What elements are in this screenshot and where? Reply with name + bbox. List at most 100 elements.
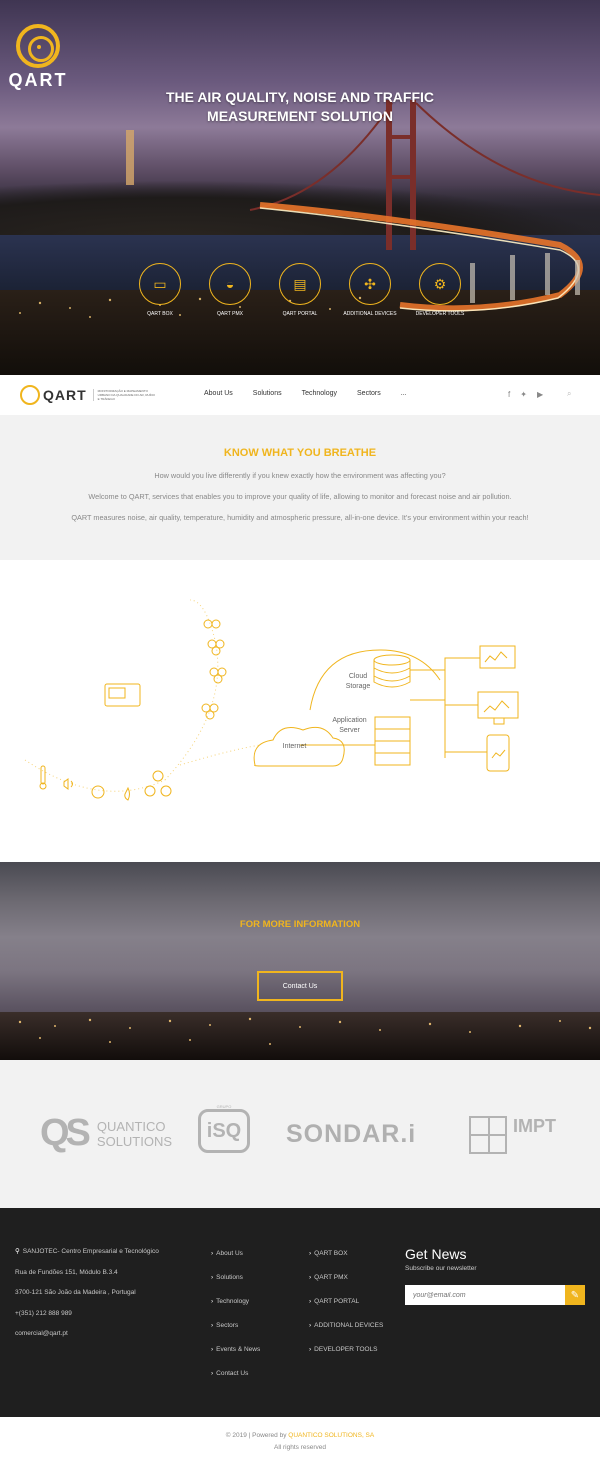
- footer-link-qart-box[interactable]: › QART BOX: [309, 1242, 383, 1266]
- application-server-label: Application Server: [322, 716, 377, 736]
- footer-link-label: Technology: [216, 1298, 250, 1305]
- main-navbar: QART MONITORIZAÇÃO E MAPEAMENTO URBANO D…: [0, 375, 600, 415]
- footer-email[interactable]: comercial@qart.pt: [15, 1324, 159, 1345]
- nav-link-sectors[interactable]: Sectors: [357, 390, 381, 397]
- chevron-right-icon: ›: [309, 1322, 312, 1329]
- partner-quantico[interactable]: QS QUANTICO SOLUTIONS: [40, 1112, 172, 1155]
- intro-paragraph-2: Welcome to QART, services that enables y…: [88, 492, 512, 501]
- hero-title-line1: THE AIR QUALITY, NOISE AND TRAFFIC: [165, 89, 435, 105]
- partners-section: QS QUANTICO SOLUTIONS GRUPO iSQ SONDAR.i…: [0, 1060, 600, 1208]
- footer-phone[interactable]: +(351) 212 888 989: [15, 1304, 159, 1325]
- nav-link-more[interactable]: ...: [401, 390, 407, 397]
- copyright-bar: © 2019 | Powered by QUANTICO SOLUTIONS, …: [0, 1417, 600, 1466]
- footer-link-qart-portal[interactable]: › QART PORTAL: [309, 1290, 383, 1314]
- footer-link-label: DEVELOPER TOOLS: [314, 1346, 378, 1353]
- chevron-right-icon: ›: [211, 1370, 214, 1377]
- footer-link-label: Events & News: [216, 1346, 261, 1353]
- nav-link-about-us[interactable]: About Us: [204, 390, 233, 397]
- hero-logo[interactable]: QART: [8, 24, 68, 91]
- sensor-disc-icon: ◒: [209, 263, 251, 305]
- chevron-right-icon: ›: [309, 1346, 312, 1353]
- hero-product-label: DEVELOPER TOOLS: [415, 311, 465, 317]
- footer-address: ⚲ SANJOTEC- Centro Empresarial e Tecnológ…: [15, 1242, 159, 1345]
- hero-product-label: QART PMX: [217, 311, 243, 317]
- hero-title-line2: MEASUREMENT SOLUTION: [207, 108, 393, 124]
- hero-banner: QART THE AIR QUALITY, NOISE AND TRAFFIC …: [0, 0, 600, 375]
- footer-link-technology[interactable]: › Technology: [211, 1290, 260, 1314]
- partner-sondar[interactable]: SONDAR.i: [286, 1120, 416, 1149]
- newsletter-email-input[interactable]: [405, 1285, 565, 1305]
- copyright-prefix: © 2019 | Powered by: [225, 1432, 289, 1439]
- footer-link-label: Contact Us: [216, 1370, 249, 1377]
- hero-product-list: ▭ QART BOX ◒ QART PMX ▤ QART PORTAL ✣ AD…: [130, 263, 470, 317]
- newsletter-submit-button[interactable]: ✎: [565, 1285, 585, 1305]
- partner-impt[interactable]: IMPT: [469, 1116, 556, 1154]
- contact-us-button[interactable]: Contact Us: [257, 971, 343, 1001]
- nav-logo[interactable]: QART MONITORIZAÇÃO E MAPEAMENTO URBANO D…: [20, 385, 158, 405]
- chevron-right-icon: ›: [211, 1322, 214, 1329]
- twitter-icon[interactable]: ✦: [520, 390, 527, 399]
- footer-links-site: › About Us › Solutions › Technology › Sector…: [211, 1242, 260, 1386]
- location-pin-icon: ⚲: [15, 1248, 20, 1255]
- cloud-storage-line2: Storage: [345, 683, 371, 690]
- youtube-icon[interactable]: ▶: [537, 390, 543, 399]
- footer-link-events-news[interactable]: › Events & News: [211, 1338, 260, 1362]
- footer-link-label: About Us: [216, 1250, 243, 1257]
- intro-paragraph-1: How would you live differently if you kn…: [154, 471, 446, 480]
- newsletter-title: Get News: [405, 1246, 467, 1262]
- impt-logo-text: IMPT: [513, 1116, 556, 1136]
- isq-logo: iSQ: [198, 1109, 250, 1153]
- hero-logo-text: QART: [8, 70, 68, 90]
- chevron-right-icon: ›: [309, 1274, 312, 1281]
- box-device-icon: ▭: [139, 263, 181, 305]
- cloud-storage-label: Cloud Storage: [333, 672, 383, 692]
- footer-link-additional-devices[interactable]: › ADDITIONAL DEVICES: [309, 1314, 383, 1338]
- footer-link-about-us[interactable]: › About Us: [211, 1242, 260, 1266]
- search-icon[interactable]: ⌕: [567, 389, 571, 399]
- hero-product-label: QART BOX: [147, 311, 173, 317]
- hero-product-developer-tools[interactable]: ⚙ DEVELOPER TOOLS: [410, 263, 470, 317]
- hero-product-label: QART PORTAL: [282, 311, 318, 317]
- partner-isq[interactable]: GRUPO iSQ: [198, 1104, 250, 1153]
- cloud-storage-line1: Cloud: [348, 673, 368, 680]
- footer-link-sectors[interactable]: › Sectors: [211, 1314, 260, 1338]
- impt-logo-icon: [469, 1116, 507, 1154]
- puzzle-icon: ✣: [349, 263, 391, 305]
- footer-link-contact-us[interactable]: › Contact Us: [211, 1362, 260, 1386]
- footer-link-developer-tools[interactable]: › DEVELOPER TOOLS: [309, 1338, 383, 1362]
- newsletter-subtitle: Subscribe our newsletter: [405, 1265, 477, 1272]
- qart-logo-icon: [16, 24, 60, 68]
- chevron-right-icon: ›: [211, 1274, 214, 1281]
- intro-paragraph-3: QART measures noise, air quality, temper…: [71, 513, 529, 522]
- hero-title: THE AIR QUALITY, NOISE AND TRAFFIC MEASU…: [100, 88, 500, 126]
- quantico-logo-icon: QS: [40, 1112, 91, 1154]
- quantico-line1: QUANTICO: [96, 1118, 166, 1134]
- footer-link-qart-pmx[interactable]: › QART PMX: [309, 1266, 383, 1290]
- qart-logo-icon: [20, 385, 40, 405]
- nav-link-technology[interactable]: Technology: [302, 390, 337, 397]
- application-server-line2: Server: [339, 727, 360, 734]
- footer-link-label: QART PMX: [314, 1274, 348, 1281]
- application-server-line1: Application: [332, 717, 367, 724]
- chevron-right-icon: ›: [211, 1298, 214, 1305]
- hero-product-qart-portal[interactable]: ▤ QART PORTAL: [270, 263, 330, 317]
- hero-product-qart-pmx[interactable]: ◒ QART PMX: [200, 263, 260, 317]
- footer-link-solutions[interactable]: › Solutions: [211, 1266, 260, 1290]
- intro-section: KNOW WHAT YOU BREATHE How would you live…: [0, 415, 600, 560]
- diagram-graphic: [24, 599, 519, 801]
- nav-tagline: MONITORIZAÇÃO E MAPEAMENTO URBANO DA QUA…: [92, 389, 158, 401]
- rights-text: All rights reserved: [273, 1444, 327, 1451]
- nav-links: About Us Solutions Technology Sectors ..…: [204, 390, 427, 397]
- copyright-brand-link[interactable]: QUANTICO SOLUTIONS, SA: [288, 1432, 374, 1439]
- more-info-banner: FOR MORE INFORMATION Contact Us: [0, 862, 600, 1060]
- hero-product-additional-devices[interactable]: ✣ ADDITIONAL DEVICES: [340, 263, 400, 317]
- facebook-icon[interactable]: f: [508, 390, 510, 399]
- nav-link-solutions[interactable]: Solutions: [253, 390, 282, 397]
- intro-heading: KNOW WHAT YOU BREATHE: [223, 447, 377, 459]
- hero-product-qart-box[interactable]: ▭ QART BOX: [130, 263, 190, 317]
- address-line-2: Rua de Fundões 151, Módulo B.3.4: [15, 1268, 118, 1276]
- paperclip-icon: ✎: [570, 1289, 580, 1301]
- nav-logo-text: QART: [43, 387, 87, 403]
- copyright-line: © 2019 | Powered by QUANTICO SOLUTIONS, …: [0, 1432, 600, 1439]
- chevron-right-icon: ›: [211, 1250, 214, 1257]
